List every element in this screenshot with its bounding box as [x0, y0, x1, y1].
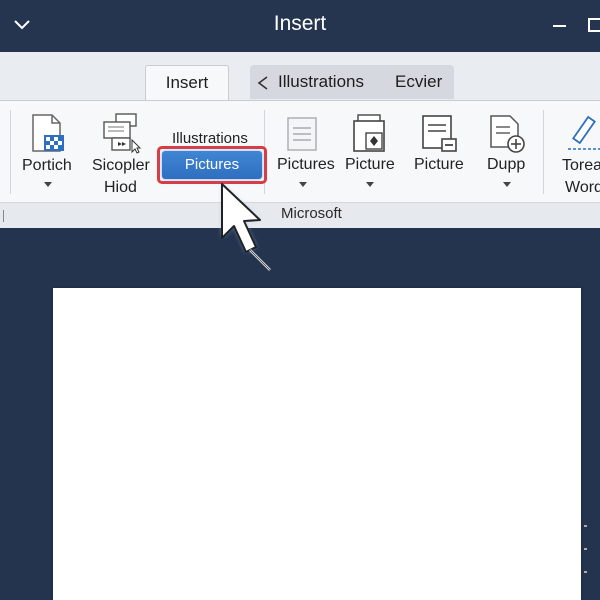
chevron-down-icon[interactable]	[503, 182, 511, 187]
scrollbar-marker	[584, 548, 587, 550]
group-label-microsoft: Microsoft	[281, 205, 342, 222]
document-minus-icon[interactable]	[420, 113, 460, 155]
document-lines-icon[interactable]	[285, 116, 319, 152]
minimize-button[interactable]	[553, 25, 566, 27]
scrollbar-marker	[584, 525, 587, 527]
document-plus-icon[interactable]	[488, 113, 528, 155]
arrow-left-icon	[257, 76, 268, 90]
chevron-down-icon[interactable]	[44, 182, 52, 187]
pen-edit-icon[interactable]	[566, 113, 600, 153]
image-file-icon[interactable]	[28, 113, 68, 153]
sicopler-label[interactable]: Sicopler	[92, 157, 150, 175]
stacked-screens-icon[interactable]	[100, 112, 142, 154]
maximize-button[interactable]	[588, 18, 600, 32]
tab-insert[interactable]: Insert	[145, 65, 229, 101]
dupp-label[interactable]: Dupp	[487, 156, 525, 174]
window-title: Insert	[273, 12, 327, 35]
pictures-button[interactable]: Pictures	[162, 151, 262, 179]
ribbon-separator	[543, 110, 544, 194]
ribbon-separator	[10, 110, 11, 194]
picture-label[interactable]: Picture	[414, 156, 464, 174]
scrollbar-marker	[584, 571, 587, 573]
hiod-label[interactable]: Hiod	[104, 179, 137, 197]
mouse-pointer-icon	[221, 183, 271, 271]
chevron-down-icon[interactable]	[366, 182, 374, 187]
portich-label[interactable]: Portich	[22, 157, 72, 175]
illustrations-heading: Illustrations	[172, 130, 248, 147]
tab-ecvier[interactable]: Ecvier	[395, 72, 442, 92]
group-separator	[3, 210, 4, 222]
pictures-dd-label[interactable]: Pictures	[277, 156, 335, 174]
ribbon-tab-row: Insert Illustrations Ecvier	[0, 52, 600, 101]
picture-dd-label[interactable]: Picture	[345, 156, 395, 174]
torea-label[interactable]: Torea	[562, 157, 600, 175]
tab-illustrations[interactable]: Illustrations	[278, 72, 364, 92]
chevron-down-icon[interactable]	[299, 182, 307, 187]
document-page[interactable]	[53, 288, 581, 600]
title-bar: Insert	[0, 0, 600, 52]
word-label[interactable]: Word	[565, 179, 600, 197]
picture-document-icon[interactable]	[352, 113, 390, 153]
